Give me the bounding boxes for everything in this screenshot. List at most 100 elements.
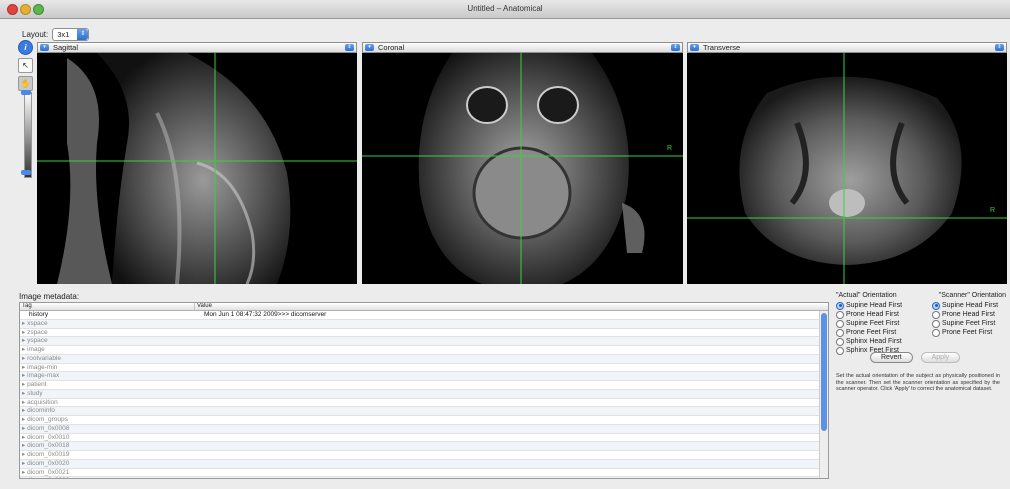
sagittal-view: ▾ Sagittal ⇕ bbox=[37, 42, 357, 284]
apply-button[interactable]: Apply bbox=[920, 352, 961, 363]
tag-cell: ▸ image-min bbox=[22, 363, 58, 371]
radio-label: Prone Head First bbox=[942, 311, 995, 318]
table-row[interactable]: ▸ dicom_groups bbox=[20, 416, 828, 425]
table-row[interactable]: ▸ dicom_0x0018 bbox=[20, 442, 828, 451]
tag-cell: ▸ xspace bbox=[22, 319, 48, 327]
radio-label: Supine Feet First bbox=[846, 320, 900, 327]
radio-button[interactable] bbox=[836, 301, 844, 310]
sagittal-image[interactable] bbox=[37, 53, 357, 284]
table-row[interactable]: ▸ dicom_0x0023 bbox=[20, 477, 828, 478]
radio-button[interactable] bbox=[932, 328, 940, 337]
tag-cell: ▸ patient bbox=[22, 381, 47, 388]
radio-button[interactable] bbox=[932, 310, 940, 319]
radio-button[interactable] bbox=[836, 328, 844, 337]
radio-label: Sphinx Head First bbox=[846, 338, 902, 345]
hand-icon[interactable]: ✋ bbox=[18, 76, 33, 91]
metadata-label: Image metadata: bbox=[19, 292, 80, 301]
value-cell bbox=[194, 460, 828, 468]
table-row[interactable]: ▸ image bbox=[20, 346, 828, 355]
view-menu-icon[interactable]: ▾ bbox=[40, 44, 49, 51]
table-scrollbar-thumb[interactable] bbox=[821, 313, 827, 431]
actual-orientation-option[interactable]: Prone Head First bbox=[836, 310, 924, 319]
table-row[interactable]: ▸ xspace bbox=[20, 319, 828, 329]
actual-orientation-option[interactable]: Sphinx Head First bbox=[836, 337, 924, 346]
revert-button[interactable]: Revert bbox=[870, 352, 913, 363]
orientation-marker: R bbox=[667, 145, 673, 152]
chevron-updown-icon: ⇕ bbox=[77, 28, 89, 40]
value-cell bbox=[194, 399, 828, 407]
value-cell bbox=[194, 372, 828, 380]
scanner-orientation-option[interactable]: Supine Feet First bbox=[932, 319, 998, 328]
coronal-view: ▾ Coronal ⇕ R bbox=[362, 42, 683, 284]
window-level-slider[interactable] bbox=[24, 92, 32, 178]
slider-bottom-thumb[interactable] bbox=[21, 170, 31, 175]
actual-orientation-option[interactable]: Supine Head First bbox=[836, 301, 924, 310]
table-row[interactable]: ▸ rootvariable bbox=[20, 354, 828, 364]
table-row[interactable]: ▸ dicom_0x0010 bbox=[20, 434, 828, 443]
value-column-header[interactable]: Value bbox=[195, 303, 828, 310]
radio-button[interactable] bbox=[836, 310, 844, 319]
tag-cell: ▸ image-max bbox=[22, 372, 60, 380]
layout-select[interactable]: 3x1 ⇕ bbox=[52, 27, 90, 41]
table-row[interactable]: ▸ patient bbox=[20, 381, 828, 390]
metadata-table: Tag Value history Mon Jun 1 08:47:32 2009… bbox=[19, 302, 829, 479]
radio-button[interactable] bbox=[932, 319, 940, 328]
radio-button[interactable] bbox=[836, 346, 844, 355]
scanner-orientation-options: Supine Head First Prone Head First Supine … bbox=[932, 301, 998, 355]
table-row[interactable]: history Mon Jun 1 08:47:32 2009>>> dicoms… bbox=[20, 311, 828, 320]
table-row[interactable]: ▸ yspace bbox=[20, 337, 828, 346]
table-row[interactable]: ▸ dicominfo bbox=[20, 407, 828, 416]
tag-cell: ▸ dicom_0x0019 bbox=[22, 451, 70, 458]
transverse-view-title: Transverse bbox=[703, 43, 741, 52]
transverse-view: ▾ Transverse ⇕ R bbox=[687, 42, 1007, 284]
table-row[interactable]: ▸ dicom_0x0019 bbox=[20, 451, 828, 460]
table-row[interactable]: ▸ study bbox=[20, 389, 828, 399]
coronal-image[interactable]: R bbox=[362, 53, 683, 284]
view-menu-icon[interactable]: ▾ bbox=[690, 44, 699, 51]
transverse-image[interactable]: R bbox=[687, 53, 1007, 284]
toolbar: i ↖ ✋ bbox=[18, 40, 33, 94]
scanner-orientation-option[interactable]: Prone Feet First bbox=[932, 328, 998, 337]
tag-cell: ▸ dicom_0x0023 bbox=[20, 477, 194, 478]
value-cell bbox=[194, 329, 828, 337]
table-row[interactable]: ▸ dicom_0x0021 bbox=[20, 469, 828, 478]
value-cell bbox=[194, 425, 828, 433]
table-row[interactable]: ▸ zspace bbox=[20, 329, 828, 338]
radio-button[interactable] bbox=[836, 319, 844, 328]
orientation-panel: "Actual" Orientation "Scanner" Orientati… bbox=[836, 292, 1006, 355]
table-row[interactable]: ▸ image-max bbox=[20, 372, 828, 381]
view-select-icon[interactable]: ⇕ bbox=[671, 44, 680, 51]
value-cell bbox=[194, 451, 828, 459]
radio-button[interactable] bbox=[932, 301, 940, 310]
radio-label: Supine Head First bbox=[846, 302, 903, 309]
value-cell bbox=[194, 346, 828, 354]
scanner-orientation-option[interactable]: Prone Head First bbox=[932, 310, 998, 319]
tag-cell: ▸ image bbox=[22, 346, 45, 353]
tag-cell: ▸ dicom_0x0021 bbox=[22, 468, 70, 476]
actual-orientation-option[interactable]: Prone Feet First bbox=[836, 328, 924, 337]
slider-top-thumb[interactable] bbox=[21, 90, 31, 95]
tag-cell: ▸ dicom_0x0008 bbox=[22, 424, 70, 432]
tag-cell: ▸ acquisition bbox=[22, 398, 58, 406]
tag-cell: ▸ dicom_0x0020 bbox=[22, 459, 70, 467]
table-row[interactable]: ▸ acquisition bbox=[20, 399, 828, 408]
value-cell bbox=[194, 381, 828, 389]
view-select-icon[interactable]: ⇕ bbox=[995, 44, 1004, 51]
scanner-orientation-option[interactable]: Supine Head First bbox=[932, 301, 998, 310]
table-row[interactable]: ▸ dicom_0x0020 bbox=[20, 459, 828, 469]
radio-button[interactable] bbox=[836, 337, 844, 346]
value-cell bbox=[194, 390, 828, 398]
actual-orientation-option[interactable]: Supine Feet First bbox=[836, 319, 924, 328]
info-icon[interactable]: i bbox=[18, 40, 33, 55]
table-row[interactable]: ▸ dicom_0x0008 bbox=[20, 424, 828, 434]
value-cell bbox=[194, 364, 828, 372]
view-menu-icon[interactable]: ▾ bbox=[365, 44, 374, 51]
tag-column-header[interactable]: Tag bbox=[20, 303, 195, 310]
view-select-icon[interactable]: ⇕ bbox=[345, 44, 354, 51]
radio-label: Supine Feet First bbox=[942, 320, 996, 327]
value-cell bbox=[194, 477, 828, 478]
tag-cell: ▸ study bbox=[22, 389, 43, 397]
value-cell bbox=[194, 434, 828, 442]
table-row[interactable]: ▸ image-min bbox=[20, 364, 828, 373]
arrows-icon[interactable]: ↖ bbox=[18, 58, 33, 73]
